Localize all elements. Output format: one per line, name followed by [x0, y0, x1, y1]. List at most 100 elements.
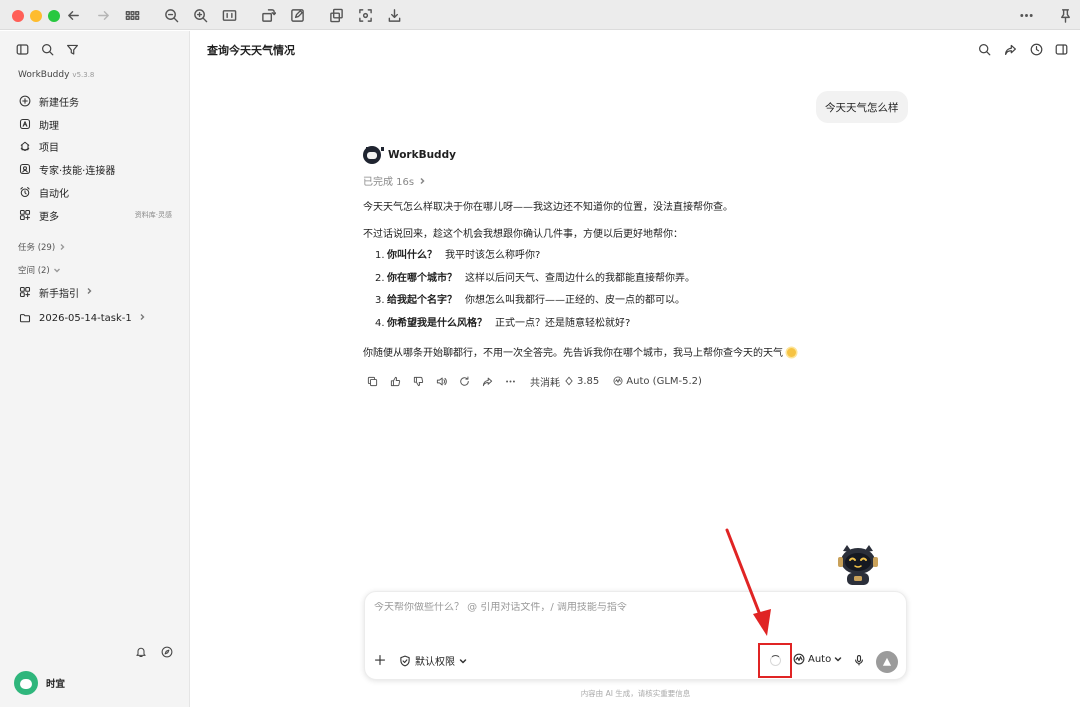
sun-emoji-icon — [787, 348, 796, 357]
sidebar-item-experts[interactable]: 专家·技能·连接器 — [12, 158, 180, 180]
plus-circle-icon — [17, 93, 33, 109]
download-icon[interactable] — [385, 6, 403, 24]
loading-spinner-highlight[interactable] — [758, 643, 792, 678]
send-button[interactable] — [876, 651, 898, 673]
bot-paragraph-2: 不过话说回来，趁这个机会我想跟你确认几件事，方便以后更好地帮你： — [363, 229, 683, 240]
tasks-section-header[interactable]: 任务 (29) — [18, 241, 66, 253]
assistant-icon — [17, 116, 33, 132]
main-panel: 查询今天天气情况 今天天气怎么样 WorkBuddy 已完成 16s 今天天气怎… — [191, 31, 1080, 707]
sidebar: WorkBuddy v5.3.8 新建任务 助理 项目 专家·技能·连接器 自动化… — [0, 31, 190, 707]
list-item: 3. 给我起个名字？ 你想怎么叫我都行——正经的、皮一点的都可以。 — [375, 295, 685, 306]
app-name: WorkBuddy v5.3.8 — [18, 70, 95, 80]
chevron-down-icon — [53, 268, 60, 273]
search-icon[interactable] — [39, 41, 55, 57]
list-item: 4. 你希望我是什么风格？ 正式一点？还是随意轻松就好? — [375, 317, 631, 329]
sidebar-item-new-task[interactable]: 新建任务 — [12, 90, 180, 112]
diamond-icon — [565, 376, 573, 386]
chevron-down-icon — [459, 658, 467, 663]
app-window: WorkBuddy v5.3.8 新建任务 助理 项目 专家·技能·连接器 自动化… — [0, 0, 1080, 707]
close-window-button[interactable] — [12, 10, 24, 22]
bot-avatar — [363, 146, 384, 164]
list-item: 1. 你叫什么？ 我平时该怎么称呼你? — [375, 250, 541, 261]
sidebar-toggle-icon[interactable] — [14, 41, 30, 57]
rotate-icon[interactable] — [259, 6, 277, 24]
bot-question-list: 1. 你叫什么？ 我平时该怎么称呼你? 2. 你在哪个城市？ 这样以后问天气、查周边什么… — [375, 249, 895, 339]
filter-icon[interactable] — [64, 41, 80, 57]
plus-icon — [374, 654, 386, 666]
title-bar — [0, 0, 1080, 30]
message-actions: 共消耗 3.85 Auto (GLM-5.2) — [365, 373, 702, 389]
screenshot-icon[interactable] — [356, 6, 374, 24]
sidebar-item-guide[interactable]: 新手指引 — [12, 281, 180, 303]
chevron-right-icon — [132, 313, 146, 324]
thumbs-down-icon[interactable] — [411, 374, 425, 388]
history-icon[interactable] — [1028, 41, 1044, 57]
share-icon[interactable] — [480, 374, 494, 388]
user-message-bubble: 今天天气怎么样 — [816, 91, 908, 123]
zoom-in-icon[interactable] — [191, 6, 209, 24]
fit-screen-icon[interactable] — [220, 6, 238, 24]
layers-icon[interactable] — [327, 6, 345, 24]
folder-icon — [17, 310, 33, 326]
chevron-right-icon — [79, 287, 93, 298]
chevron-right-icon — [420, 177, 425, 184]
bot-header: WorkBuddy — [363, 146, 456, 164]
model-icon — [613, 376, 623, 386]
model-indicator[interactable]: Auto (GLM-5.2) — [613, 376, 702, 387]
bot-paragraph-3: 你随便从哪条开始聊都行，不用一次全答完。先告诉我你在哪个城市，我马上帮你查今天的… — [363, 347, 796, 361]
user-profile[interactable]: 时宜 — [14, 671, 65, 695]
chat-input[interactable] — [374, 602, 894, 613]
sidebar-item-assistant[interactable]: 助理 — [12, 113, 180, 135]
avatar — [14, 671, 38, 695]
spaces-section-header[interactable]: 空间 (2) — [18, 264, 61, 276]
more-horizontal-icon[interactable] — [1017, 6, 1035, 24]
model-icon — [793, 653, 805, 665]
grid-view-icon[interactable] — [123, 6, 141, 24]
bell-icon[interactable] — [134, 645, 148, 659]
bot-paragraph-1: 今天天气怎么样取决于你在哪儿呀——我这边还不知道你的位置，没法直接帮你查。 — [363, 202, 733, 213]
chat-composer: 默认权限 Auto — [364, 591, 907, 680]
chevron-right-icon — [60, 244, 65, 250]
alarm-icon — [17, 184, 33, 200]
more-extra-label: 资料库·灵感 — [134, 211, 172, 219]
search-icon[interactable] — [976, 41, 992, 57]
expert-icon — [17, 161, 33, 177]
project-icon — [17, 138, 33, 154]
zoom-out-icon[interactable] — [162, 6, 180, 24]
ai-disclaimer: 内容由 AI 生成，请核实重要信息 — [580, 689, 691, 698]
microphone-icon — [855, 654, 863, 666]
add-attachment-button[interactable] — [374, 654, 386, 666]
panel-toggle-icon[interactable] — [1053, 41, 1069, 57]
guide-icon — [17, 284, 33, 300]
send-arrow-icon — [882, 657, 892, 666]
pin-icon[interactable] — [1056, 6, 1074, 24]
chevron-down-icon — [834, 657, 842, 662]
edit-icon[interactable] — [288, 6, 306, 24]
permission-dropdown[interactable]: 默认权限 — [399, 653, 467, 668]
refresh-icon[interactable] — [457, 374, 471, 388]
loading-spinner-icon — [769, 655, 781, 666]
more-horizontal-icon[interactable] — [503, 374, 517, 388]
sidebar-item-more[interactable]: 更多 资料库·灵感 — [12, 204, 180, 226]
speaker-icon[interactable] — [434, 374, 448, 388]
token-cost: 共消耗 3.85 — [530, 375, 600, 389]
sidebar-item-project[interactable]: 项目 — [12, 135, 180, 157]
sidebar-item-automation[interactable]: 自动化 — [12, 181, 180, 203]
sidebar-item-folder[interactable]: 2026-05-14-task-1 — [12, 307, 180, 329]
share-icon[interactable] — [1002, 41, 1018, 57]
shield-check-icon — [400, 655, 410, 666]
mascot-robot-icon[interactable] — [834, 543, 882, 589]
compass-icon[interactable] — [160, 645, 174, 659]
forward-arrow-icon[interactable] — [94, 6, 112, 24]
completion-status[interactable]: 已完成 16s — [363, 173, 426, 188]
mode-dropdown[interactable]: Auto — [793, 653, 842, 665]
minimize-window-button[interactable] — [30, 10, 42, 22]
page-title: 查询今天天气情况 — [207, 44, 295, 57]
grid-icon — [17, 207, 33, 223]
copy-icon[interactable] — [365, 374, 379, 388]
maximize-window-button[interactable] — [48, 10, 60, 22]
back-arrow-icon[interactable] — [64, 6, 82, 24]
thumbs-up-icon[interactable] — [388, 374, 402, 388]
microphone-button[interactable] — [853, 654, 865, 666]
list-item: 2. 你在哪个城市？ 这样以后问天气、查周边什么的我都能直接帮你弄。 — [375, 272, 695, 284]
